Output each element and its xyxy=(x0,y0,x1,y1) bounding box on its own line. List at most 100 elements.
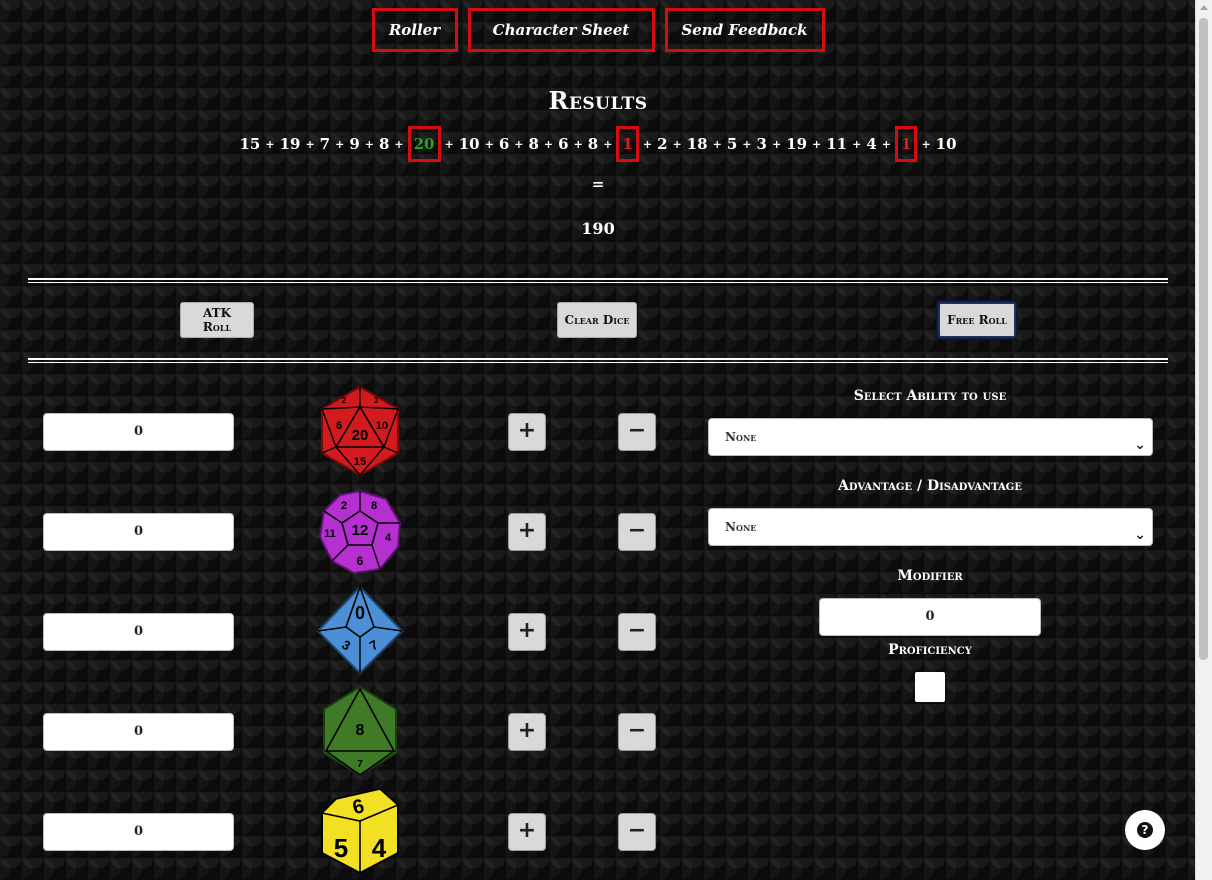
roll-value: 6 xyxy=(498,135,510,153)
roll-value: 8 xyxy=(378,135,390,153)
page: Roller Character Sheet Send Feedback Res… xyxy=(0,0,1196,880)
plus-sign: + xyxy=(265,137,275,151)
roll-value: 3 xyxy=(756,135,767,153)
d10-plus-button[interactable]: + xyxy=(508,613,546,651)
plus-sign: + xyxy=(335,137,345,151)
plus-sign: + xyxy=(305,137,315,151)
help-button[interactable]: ? xyxy=(1125,810,1165,850)
roll-value: 4 xyxy=(866,135,877,153)
roll-value: 5 xyxy=(726,135,738,153)
chevron-down-icon: ⌄ xyxy=(1134,527,1146,543)
dice-row-d8: 0 8 7 + − xyxy=(0,685,700,779)
d12-icon[interactable]: 12 8 2 11 4 6 xyxy=(314,485,406,577)
dice-row-d20: 0 20 6 10 15 2 3 + − xyxy=(0,385,700,479)
roll-value: 10 xyxy=(935,135,957,153)
plus-sign: + xyxy=(712,137,722,151)
roll-value: 2 xyxy=(657,135,668,153)
divider-bottom xyxy=(28,358,1168,363)
d12-count-input[interactable]: 0 xyxy=(43,513,234,551)
d6-minus-button[interactable]: − xyxy=(618,813,656,851)
d20-minus-button[interactable]: − xyxy=(618,413,656,451)
d8-count-input[interactable]: 0 xyxy=(43,713,234,751)
d10-face-top: 0 xyxy=(355,603,365,623)
d12-face-right: 4 xyxy=(385,532,392,544)
proficiency-checkbox[interactable] xyxy=(915,672,945,702)
d12-face-topleft: 2 xyxy=(341,500,347,512)
d8-icon[interactable]: 8 7 xyxy=(314,685,406,777)
plus-sign: + xyxy=(394,137,404,151)
d6-icon[interactable]: 6 5 4 xyxy=(314,785,406,877)
d12-face-topright: 8 xyxy=(371,500,377,512)
nav-send-feedback[interactable]: Send Feedback xyxy=(664,8,825,52)
plus-sign: + xyxy=(603,137,613,151)
plus-sign: + xyxy=(742,137,752,151)
plus-sign: + xyxy=(573,137,583,151)
d20-face-bottom: 15 xyxy=(354,456,366,468)
free-roll-button[interactable]: Free Roll xyxy=(938,302,1016,338)
roll-value-critical: 20 xyxy=(407,126,441,162)
roll-value-fumble: 1 xyxy=(616,126,639,162)
d20-face-left: 6 xyxy=(336,420,342,432)
d10-icon[interactable]: 0 3 7 8 xyxy=(314,585,406,677)
scroll-up-arrow-icon[interactable] xyxy=(1200,5,1208,10)
d20-face-topleft: 2 xyxy=(342,396,347,405)
plus-sign: + xyxy=(444,137,454,151)
plus-sign: + xyxy=(921,137,931,151)
plus-sign: + xyxy=(672,137,682,151)
roll-value: 15 xyxy=(239,135,261,153)
plus-sign: + xyxy=(484,137,494,151)
d6-count-input[interactable]: 0 xyxy=(43,813,234,851)
d12-plus-button[interactable]: + xyxy=(508,513,546,551)
d10-count-input[interactable]: 0 xyxy=(43,613,234,651)
roll-total: 190 xyxy=(581,219,615,238)
proficiency-label: Proficiency xyxy=(888,642,972,658)
advantage-select[interactable]: None ⌄ xyxy=(708,508,1153,546)
atk-roll-button[interactable]: ATK Roll xyxy=(180,302,254,338)
ability-select-value: None xyxy=(725,430,757,444)
roll-value-fumble: 1 xyxy=(895,126,918,162)
d20-face-top: 20 xyxy=(352,427,369,444)
roll-value: 19 xyxy=(279,135,301,153)
d6-face-left: 5 xyxy=(334,833,348,863)
roll-value: 7 xyxy=(319,135,331,153)
roll-value: 8 xyxy=(587,135,599,153)
d6-face-right: 4 xyxy=(372,833,387,863)
d6-plus-button[interactable]: + xyxy=(508,813,546,851)
d20-icon[interactable]: 20 6 10 15 2 3 xyxy=(314,385,406,477)
d8-minus-button[interactable]: − xyxy=(618,713,656,751)
roll-value: 10 xyxy=(458,135,480,153)
d12-minus-button[interactable]: − xyxy=(618,513,656,551)
top-nav: Roller Character Sheet Send Feedback xyxy=(0,8,1196,52)
roll-value: 11 xyxy=(826,135,848,153)
scrollbar-thumb[interactable] xyxy=(1199,18,1208,660)
dice-row-d12: 0 12 8 2 11 4 6 + − xyxy=(0,489,700,579)
d8-plus-button[interactable]: + xyxy=(508,713,546,751)
d8-face-bottom: 7 xyxy=(357,759,363,770)
d20-plus-button[interactable]: + xyxy=(508,413,546,451)
roll-value: 18 xyxy=(686,135,708,153)
plus-sign: + xyxy=(812,137,822,151)
scrollbar[interactable] xyxy=(1195,0,1212,880)
d10-minus-button[interactable]: − xyxy=(618,613,656,651)
nav-roller[interactable]: Roller xyxy=(371,8,458,52)
d8-face-top: 8 xyxy=(356,722,365,739)
plus-sign: + xyxy=(771,137,782,151)
roll-value: 9 xyxy=(349,135,360,153)
d20-face-topright: 3 xyxy=(374,396,379,405)
ability-select[interactable]: None ⌄ xyxy=(708,418,1153,456)
chevron-down-icon: ⌄ xyxy=(1134,437,1146,453)
d12-face-top: 12 xyxy=(352,522,369,539)
divider-top xyxy=(28,278,1168,283)
roll-value: 8 xyxy=(528,135,539,153)
advantage-label: Advantage / Disadvantage xyxy=(838,478,1022,494)
equals-sign: = xyxy=(591,175,605,193)
plus-sign: + xyxy=(543,137,554,151)
ability-label: Select Ability to use xyxy=(853,388,1007,404)
modifier-label: Modifier xyxy=(897,568,963,584)
d20-count-input[interactable]: 0 xyxy=(43,413,234,451)
plus-sign: + xyxy=(514,137,524,151)
nav-character-sheet[interactable]: Character Sheet xyxy=(467,8,655,52)
d20-face-right: 10 xyxy=(376,420,388,432)
clear-dice-button[interactable]: Clear Dice xyxy=(557,302,637,338)
modifier-input[interactable]: 0 xyxy=(819,598,1041,636)
